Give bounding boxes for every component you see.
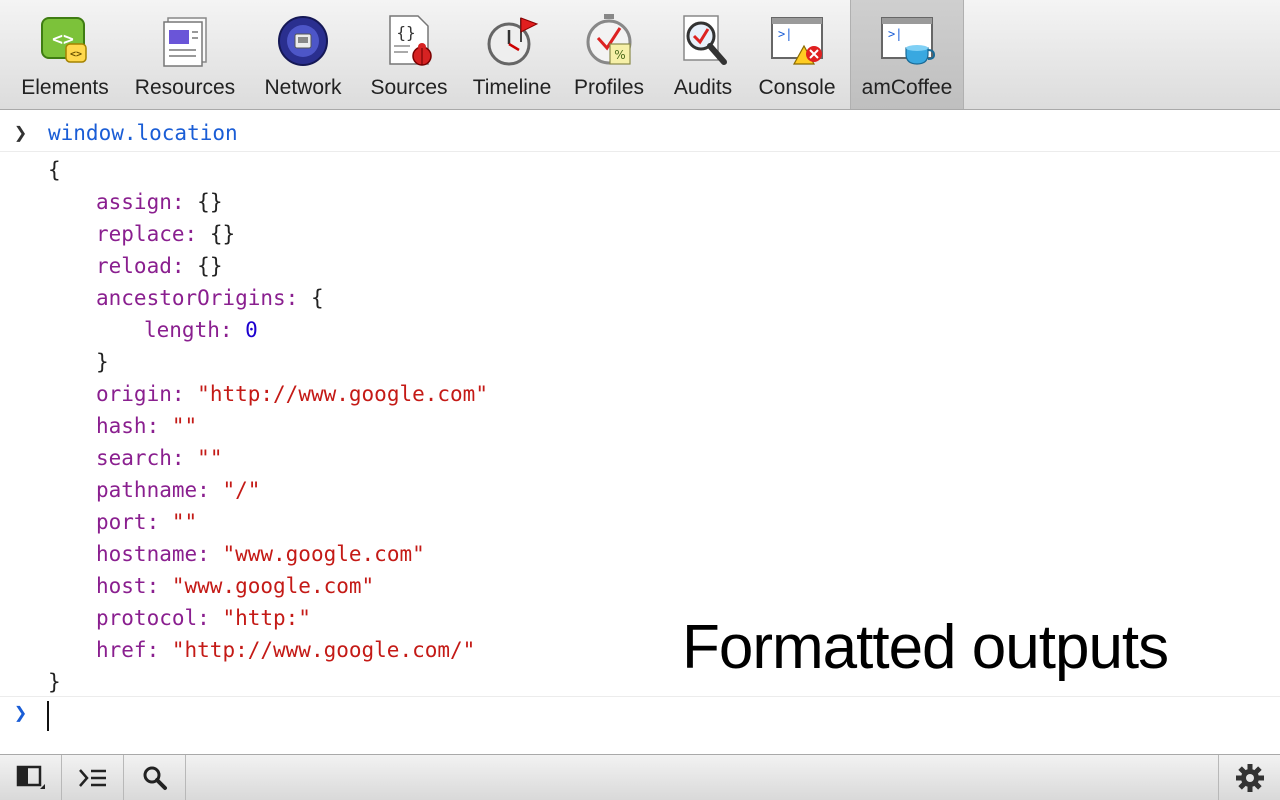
tab-network[interactable]: Network [256,0,350,109]
svg-text:<>: <> [70,49,82,60]
console-input[interactable]: ❯ [0,696,1280,737]
timeline-icon [487,17,539,66]
input-prompt-icon: ❯ [14,701,28,726]
caption-overlay: Formatted outputs [682,613,1169,682]
amcoffee-icon: >| [881,17,936,65]
tab-label: Resources [134,76,236,99]
tab-sources[interactable]: {} Sources [362,0,456,109]
prop-hostname[interactable]: hostname: "www.google.com" [96,542,425,566]
resources-icon [163,17,207,67]
sources-icon: {} [389,15,432,66]
tab-amcoffee[interactable]: >| amCoffee [850,0,964,109]
tab-label: Timeline [472,76,552,99]
settings-button[interactable] [1218,755,1280,800]
prompt-chevron-icon: ❯ [14,121,28,146]
tab-label: Profiles [573,76,645,99]
console-drawer-button[interactable] [62,755,124,800]
svg-text:%: % [614,48,625,62]
search-icon [143,766,167,790]
prop-length[interactable]: length: 0 [144,318,258,342]
tab-label: Elements [21,76,109,99]
prop-protocol[interactable]: protocol: "http:" [96,606,311,630]
elements-icon: <> <> [41,17,87,63]
output-close-brace: } [48,670,61,694]
prop-replace[interactable]: replace: {} [96,222,235,246]
console-command-text[interactable]: window.location [48,121,238,145]
prop-hash[interactable]: hash: "" [96,414,197,438]
svg-text:{}: {} [396,23,415,42]
gear-icon [1235,763,1264,792]
tab-label: Sources [370,76,448,99]
tab-audits[interactable]: Audits [664,0,742,109]
network-icon [278,16,328,66]
svg-text:>|: >| [888,27,902,41]
search-button[interactable] [124,755,186,800]
svg-text:>|: >| [778,27,792,41]
prop-href[interactable]: href: "http://www.google.com/" [96,638,475,662]
prop-ancestor-origins[interactable]: ancestorOrigins: { [96,286,324,310]
tab-resources[interactable]: Resources [128,0,242,109]
console-icon: >| [771,17,823,65]
dock-button[interactable] [0,755,62,800]
text-caret [47,701,49,731]
tab-elements[interactable]: <> <> Elements [14,0,116,109]
audits-icon [683,15,727,65]
tab-profiles[interactable]: % Profiles [568,0,650,109]
dock-icon [16,765,45,789]
prop-pathname[interactable]: pathname: "/" [96,478,260,502]
prop-reload[interactable]: reload: {} [96,254,222,278]
profiles-icon: % [586,14,632,65]
prop-port[interactable]: port: "" [96,510,197,534]
output-open-brace: { [48,158,61,182]
devtools-toolbar: <> <> Elements Resources Network {} Sour… [0,0,1280,110]
prop-assign[interactable]: assign: {} [96,190,222,214]
tab-timeline[interactable]: Timeline [466,0,558,109]
tab-label: Audits [673,76,733,99]
ancestor-origins-close-brace: } [96,350,109,374]
status-bar [0,754,1280,800]
prop-search[interactable]: search: "" [96,446,222,470]
console-command-entry: ❯ window.location [0,116,1280,152]
prop-origin[interactable]: origin: "http://www.google.com" [96,382,488,406]
prop-host[interactable]: host: "www.google.com" [96,574,374,598]
tab-console[interactable]: >| Console [752,0,842,109]
tab-label: Network [264,76,342,99]
tab-label: amCoffee [861,76,953,99]
tab-label: Console [758,76,836,99]
console-drawer-icon [78,768,106,787]
